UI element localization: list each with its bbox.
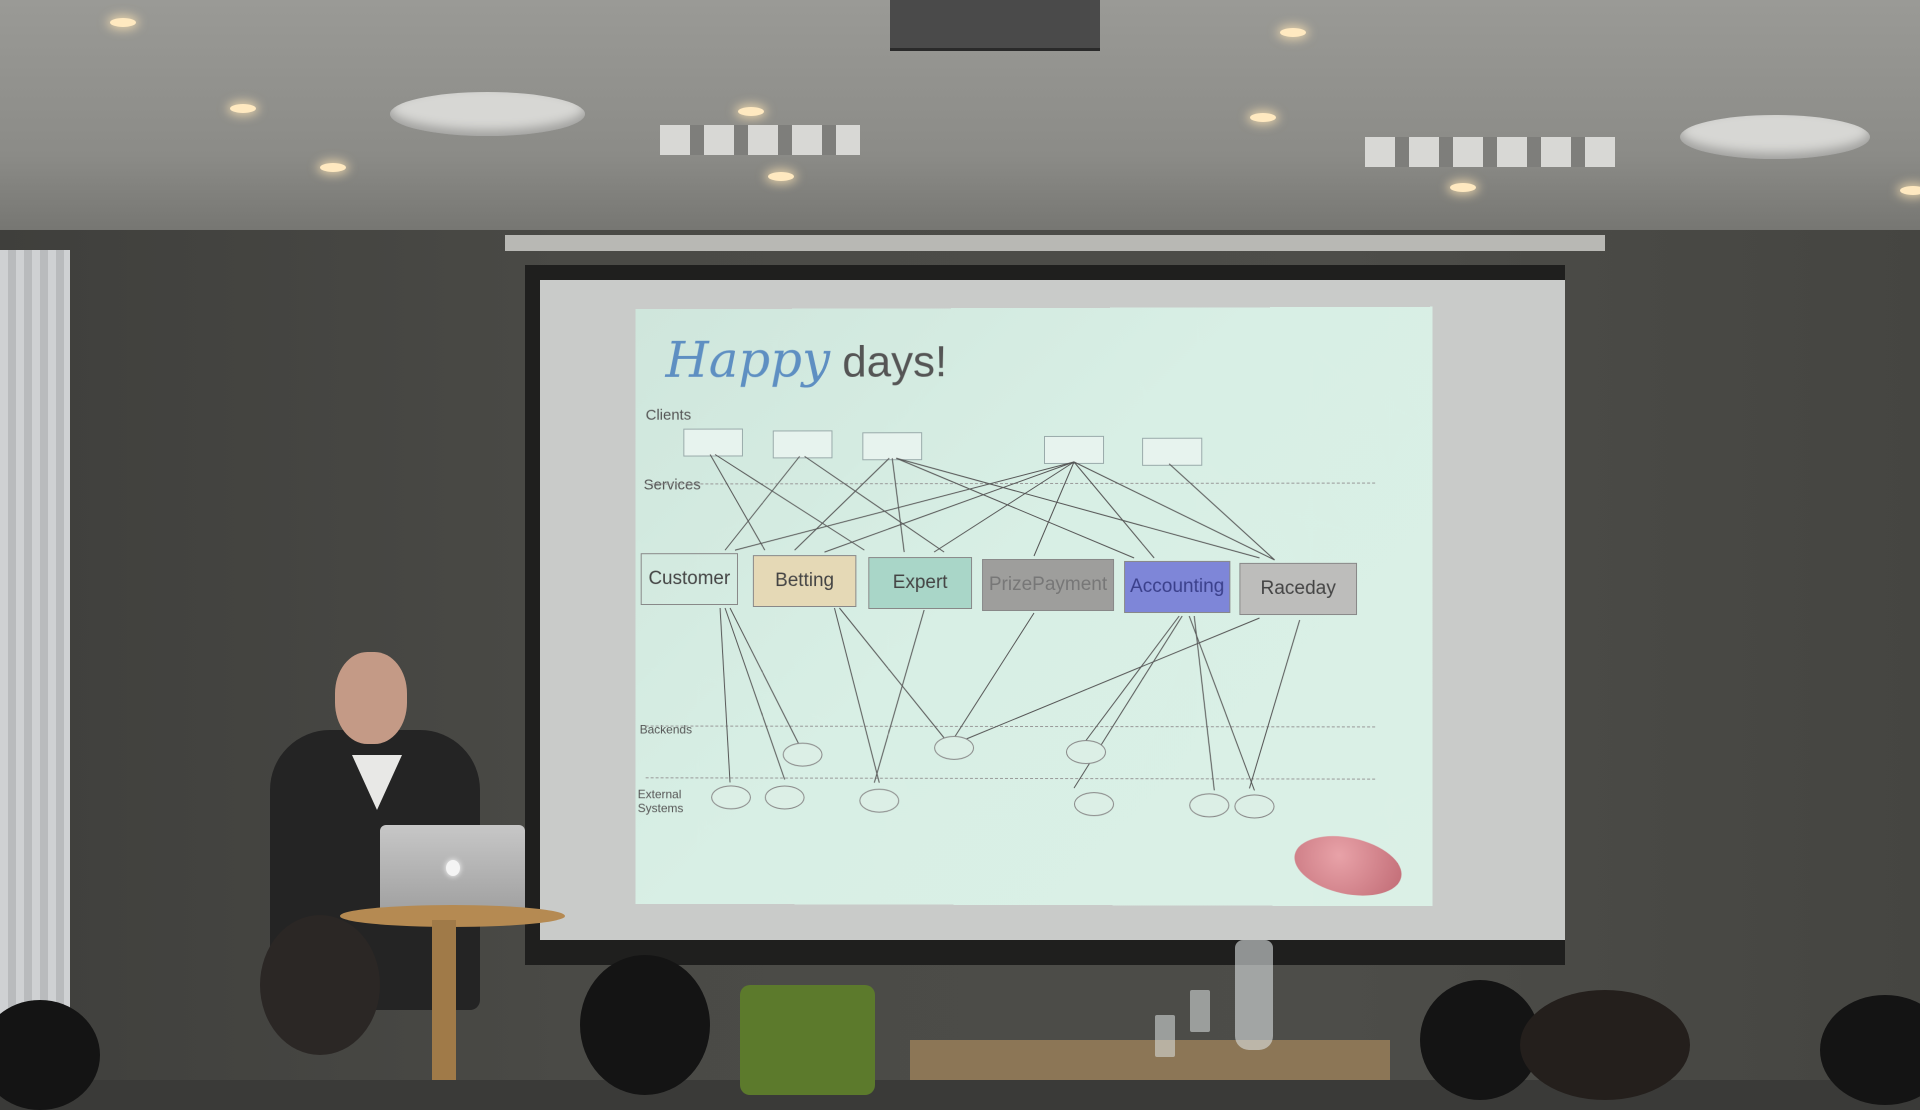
service-label: Betting [775,570,835,592]
projector [890,0,1100,51]
presenter-head [335,652,407,744]
external-node [1189,793,1230,818]
ceiling-vent [1680,115,1870,159]
service-box-accounting: Accounting [1124,560,1231,614]
ceiling-light [1900,186,1920,195]
ceiling-light [1450,183,1476,192]
service-box-betting: Betting [752,555,857,607]
service-label: Accounting [1130,575,1225,597]
ceiling-light [768,172,794,181]
chair [740,985,875,1095]
external-node [764,785,805,810]
external-node [1234,794,1275,819]
audience-head [260,915,380,1055]
service-label: Customer [648,568,731,590]
laptop-logo [446,860,460,876]
ceiling-light [110,18,136,27]
service-box-expert: Expert [868,557,973,609]
side-table [910,1040,1390,1080]
ceiling-light [1250,113,1276,122]
screen-housing [505,235,1605,251]
service-label: PrizePayment [988,573,1108,596]
ceiling-vent [390,92,585,136]
service-box-prizepayment: PrizePayment [982,558,1115,612]
ceiling-light [1280,28,1306,37]
service-label: Expert [892,572,948,594]
water-carafe [1235,940,1273,1050]
water-glass [1155,1015,1175,1057]
audience-head [580,955,710,1095]
audience-head [1520,990,1690,1100]
ceiling-light [320,163,346,172]
service-box-customer: Customer [640,553,738,606]
service-box-raceday: Raceday [1239,562,1358,616]
slide: Happy days! Clients Services Backends Ex… [635,306,1433,907]
window-curtain [0,250,70,1080]
backend-node [934,735,975,760]
external-node [1074,792,1115,817]
service-label: Raceday [1260,577,1336,599]
backend-node [1066,740,1107,765]
podium-post [432,920,456,1080]
backend-node [782,742,823,767]
ceiling-grille [1365,137,1615,167]
ceiling-light [738,107,764,116]
ceiling-grille [660,125,860,155]
water-glass [1190,990,1210,1032]
external-node [711,785,751,810]
ceiling-light [230,104,256,113]
external-node [859,788,900,813]
